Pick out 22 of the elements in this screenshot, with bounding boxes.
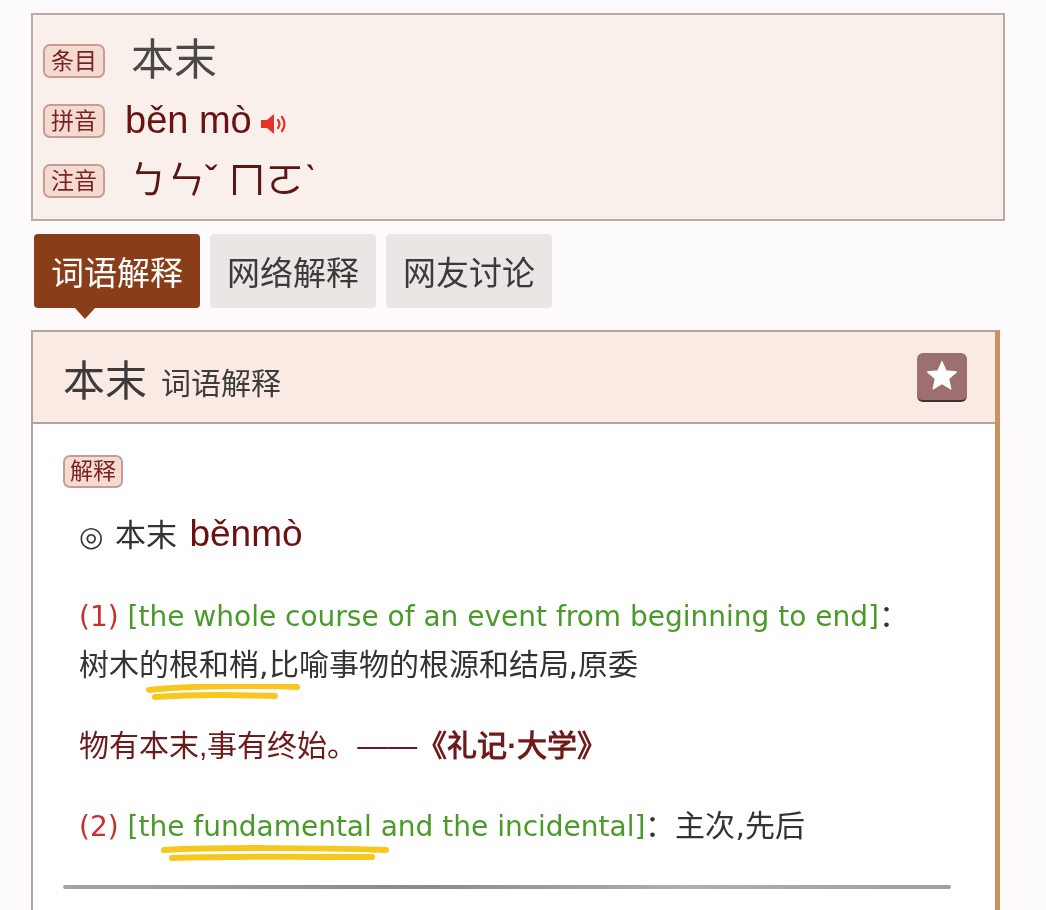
sense-definition: (1) [the whole course of an event from beginning to end]：树木的根和梢,比喻事物的根源和结局,原委 — [79, 597, 910, 684]
bullet-symbol: ◎ — [79, 520, 104, 553]
tab-pointer-icon — [75, 308, 95, 319]
sense-definition: (2) [the fundamental and the incidental]：主次,先后 — [79, 807, 805, 845]
tab[interactable]: 网络解释 — [210, 234, 376, 308]
speaker-icon[interactable] — [259, 113, 288, 135]
star-icon — [926, 361, 958, 391]
zhuyin-text: ㄅㄣˇ ㄇㄛˋ — [129, 160, 317, 202]
section-tag: 解释 — [63, 455, 123, 488]
example-quote: 物有本末,事有终始。——《礼记·大学》 — [79, 728, 608, 764]
field-label-tag: 条目 — [43, 44, 105, 78]
entry-word: 本末 — [131, 37, 217, 85]
panel-subtitle: 词语解释 — [161, 366, 281, 402]
field-label-tag: 拼音 — [43, 104, 105, 138]
panel-title: 本末 — [63, 356, 147, 407]
tab[interactable]: 网友讨论 — [386, 234, 552, 308]
headword-text: 本末 — [115, 517, 178, 555]
tab[interactable]: 词语解释 — [34, 234, 200, 308]
favorite-button[interactable] — [917, 352, 967, 402]
field-label-tag: 注音 — [43, 164, 105, 198]
headword-pinyin: běnmò — [189, 513, 303, 555]
pinyin-text: běn mò — [125, 100, 252, 142]
